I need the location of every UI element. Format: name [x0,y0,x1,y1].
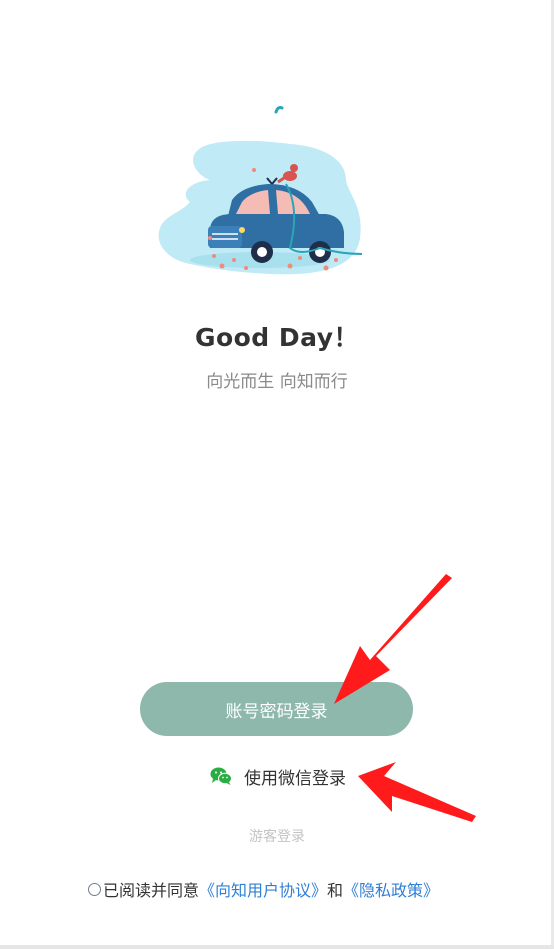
wechat-login-button[interactable]: 使用微信登录 [210,762,346,790]
wechat-login-label: 使用微信登录 [244,768,346,789]
agreement-prefix: 已阅读并同意 [103,881,200,900]
slogan: 向光而生 向知而行 [206,372,348,392]
user-agreement-link[interactable]: 《向知用户协议》 [199,877,327,901]
privacy-policy-link[interactable]: 《隐私政策》 [343,877,439,901]
guest-login-link[interactable]: 游客登录 [0,826,554,846]
greeting-title: Good Day！ [194,323,360,352]
arrow-to-wechat-button [358,762,476,822]
password-login-button[interactable]: 账号密码登录 [140,682,413,736]
car-illustration [158,106,363,275]
agreement-radio[interactable] [88,882,101,896]
agreement-connector: 和 [327,881,344,900]
agreement-row: 已阅读并同意 《向知用户协议》 和 《隐私政策》 [88,877,439,901]
bottom-edge [0,945,554,949]
wechat-icon [210,767,232,785]
